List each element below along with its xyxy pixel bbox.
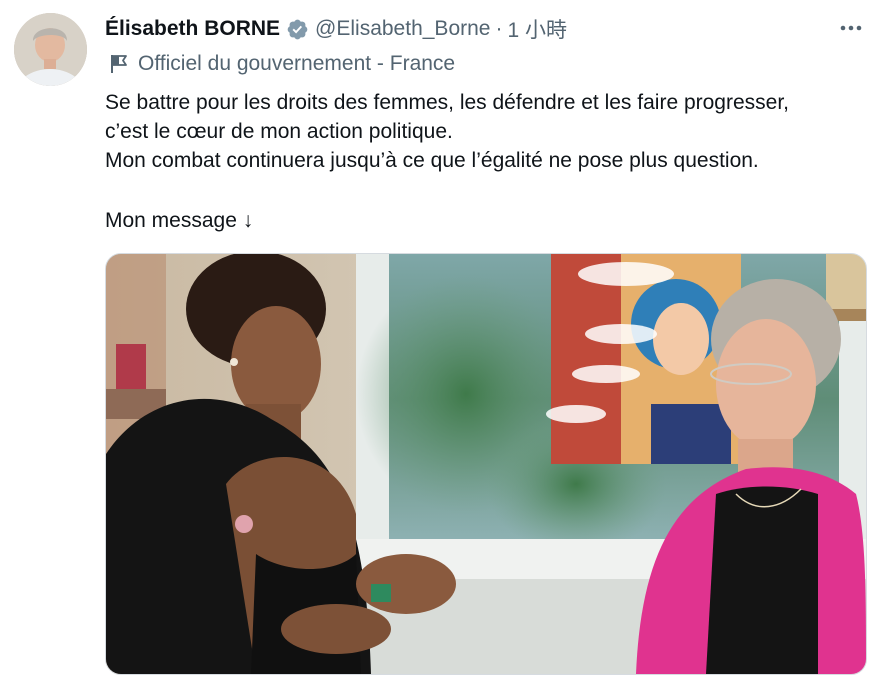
- header-separator: ·: [495, 17, 503, 40]
- tweet-header: Élisabeth BORNE @Elisabeth_Borne · 1 小時: [105, 14, 567, 44]
- tweet-photo[interactable]: [105, 253, 867, 675]
- verified-badge-icon: [287, 19, 308, 39]
- tweet-text-line: c’est le cœur de mon action politique.: [105, 120, 453, 143]
- photo-two-women-talking: [106, 254, 866, 674]
- affiliation-label: Officiel du gouvernement - France: [110, 50, 455, 78]
- tweet-text-line: Mon combat continuera jusqu’à ce que l’é…: [105, 149, 759, 172]
- tweet-text-line: Se battre pour les droits des femmes, le…: [105, 91, 790, 114]
- affiliation-text: Officiel du gouvernement - France: [138, 52, 456, 75]
- tweet-card[interactable]: Élisabeth BORNE @Elisabeth_Borne · 1 小時 …: [0, 0, 883, 675]
- flag-icon: [111, 55, 127, 73]
- more-options-icon[interactable]: [838, 16, 864, 40]
- user-handle[interactable]: @Elisabeth_Borne: [315, 17, 490, 41]
- tweet-text-line: Mon message ↓: [105, 209, 254, 232]
- avatar-portrait: [14, 13, 87, 86]
- display-name[interactable]: Élisabeth BORNE: [105, 17, 280, 41]
- tweet-text: Se battre pour les droits des femmes, le…: [105, 88, 875, 235]
- timestamp[interactable]: 1 小時: [507, 14, 567, 44]
- avatar[interactable]: [14, 13, 87, 86]
